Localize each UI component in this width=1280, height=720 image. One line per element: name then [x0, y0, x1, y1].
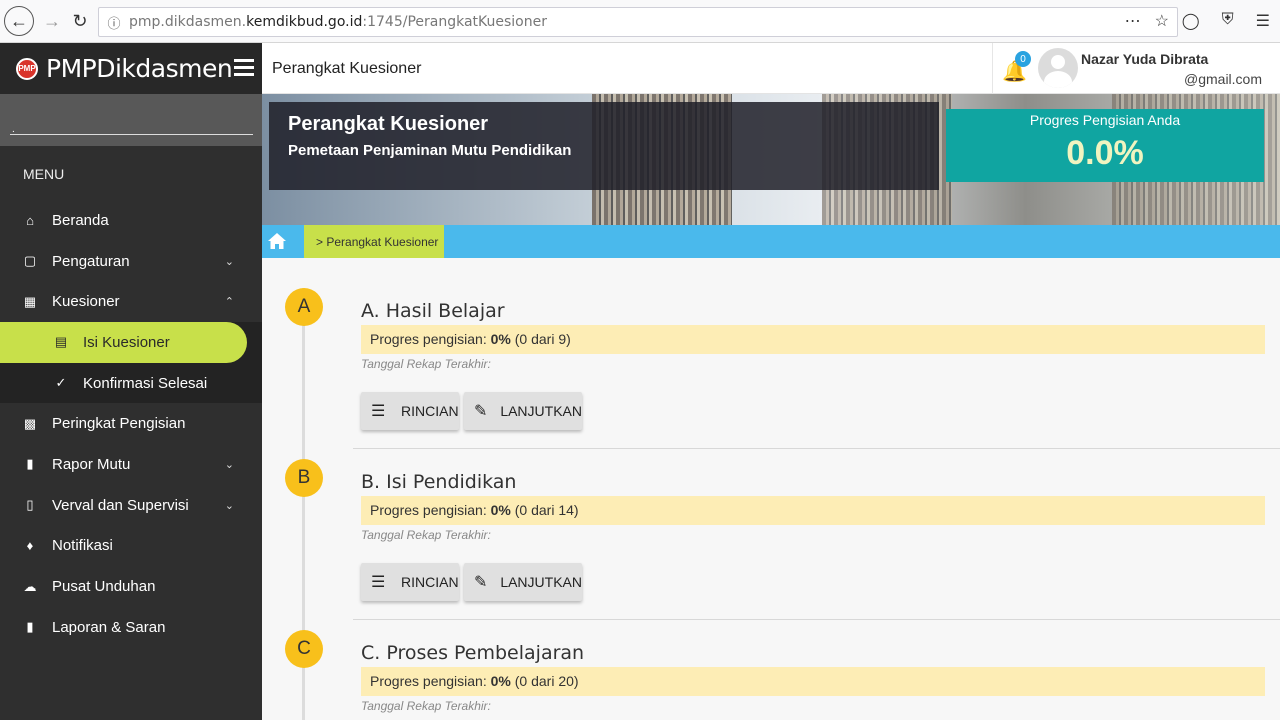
section-title: B. Isi Pendidikan	[361, 471, 517, 493]
forward-button[interactable]: →	[38, 7, 66, 35]
rekap-date-label: Tanggal Rekap Terakhir:	[361, 357, 491, 371]
bell-icon: ♦	[26, 538, 34, 554]
url-text: pmp.dikdasmen.kemdikbud.go.id:1745/Peran…	[129, 14, 547, 30]
section-letter-badge: C	[285, 630, 323, 668]
breadcrumb: > Perangkat Kuesioner	[262, 225, 1280, 258]
pencil-icon: ✎	[474, 574, 488, 591]
sidebar-item-kuesioner[interactable]: ▦ Kuesioner ⌃	[0, 281, 262, 322]
section-title: C. Proses Pembelajaran	[361, 642, 585, 664]
book-icon: ▮	[26, 456, 34, 472]
notification-count-badge: 0	[1015, 51, 1031, 67]
progress-value: 0.0%	[1066, 134, 1144, 172]
sidebar-search[interactable]: .	[0, 94, 262, 146]
questionnaire-icon: ▦	[23, 293, 37, 309]
book-check-icon: ▯	[26, 497, 34, 513]
cloud-download-icon: ☁	[23, 578, 37, 594]
brand[interactable]: PMP PMPDikdasmen	[0, 43, 262, 94]
reload-button[interactable]: ↻	[66, 7, 94, 35]
address-bar[interactable]: ⓘ pmp.dikdasmen.kemdikbud.go.id:1745/Per…	[98, 7, 1178, 37]
sidebar-item-notifikasi[interactable]: ♦ Notifikasi	[0, 526, 262, 567]
avatar[interactable]	[1038, 48, 1078, 88]
rincian-button[interactable]: ☰ RINCIAN	[361, 563, 459, 601]
banner-title-box: Perangkat Kuesioner Pemetaan Penjaminan …	[269, 102, 939, 190]
top-header: Perangkat Kuesioner 🔔 0 Nazar Yuda Dibra…	[262, 43, 1280, 94]
progress-label: Progres Pengisian Anda	[1029, 112, 1181, 128]
browser-toolbar: ← → ↻ ⓘ pmp.dikdasmen.kemdikbud.go.id:17…	[0, 0, 1280, 43]
section-title: A. Hasil Belajar	[361, 300, 505, 322]
list-icon: ☰	[371, 574, 386, 591]
section-letter-badge: B	[285, 459, 323, 497]
bookmark-star-icon[interactable]: ☆	[1155, 11, 1169, 31]
sidebar-item-rapor-mutu[interactable]: ▮ Rapor Mutu ⌄	[0, 444, 262, 485]
page-title: Perangkat Kuesioner	[272, 60, 422, 77]
overall-progress-box: Progres Pengisian Anda 0.0%	[946, 109, 1264, 182]
pmp-logo-icon: PMP	[16, 57, 38, 80]
lanjutkan-button[interactable]: ✎ LANJUTKAN	[464, 392, 582, 430]
chevron-down-icon: ⌄	[224, 255, 234, 268]
menu-icon[interactable]: ☰	[1256, 11, 1270, 31]
breadcrumb-current[interactable]: > Perangkat Kuesioner	[304, 225, 444, 258]
home-icon[interactable]	[267, 232, 287, 250]
brand-name: PMPDikdasmen	[46, 54, 233, 83]
banner-subtitle: Pemetaan Penjaminan Mutu Pendidikan	[288, 142, 572, 159]
lanjutkan-button[interactable]: ✎ LANJUTKAN	[464, 563, 582, 601]
search-input[interactable]	[10, 134, 253, 135]
sidebar-item-pengaturan[interactable]: ▢ Pengaturan ⌄	[0, 241, 262, 282]
form-icon: ▤	[54, 334, 68, 350]
info-icon[interactable]: ⓘ	[99, 13, 129, 32]
sidebar-item-beranda[interactable]: ⌂ Beranda	[0, 200, 262, 241]
sidebar-item-verval-supervisi[interactable]: ▯ Verval dan Supervisi ⌄	[0, 485, 262, 526]
section-letter-badge: A	[285, 288, 323, 326]
report-icon: ▮	[26, 619, 34, 635]
extension-icon[interactable]: ◯	[1182, 11, 1200, 31]
menu-heading: MENU	[23, 166, 65, 182]
monitor-icon: ▢	[23, 253, 37, 269]
list-icon: ☰	[371, 403, 386, 420]
page-banner: Perangkat Kuesioner Pemetaan Penjaminan …	[262, 94, 1280, 225]
sidebar-item-peringkat-pengisian[interactable]: ▩ Peringkat Pengisian	[0, 403, 262, 444]
hamburger-menu-icon[interactable]	[234, 59, 254, 77]
sidebar-item-konfirmasi-selesai[interactable]: ✓ Konfirmasi Selesai	[0, 363, 262, 404]
sidebar-item-laporan-saran[interactable]: ▮ Laporan & Saran	[0, 607, 262, 648]
sidebar-item-isi-kuesioner[interactable]: ▤ Isi Kuesioner	[0, 322, 247, 363]
chevron-down-icon: ⌄	[224, 458, 234, 471]
home-icon: ⌂	[26, 212, 34, 228]
chart-icon: ▩	[23, 415, 37, 431]
user-name[interactable]: Nazar Yuda Dibrata	[1081, 51, 1208, 67]
pencil-icon: ✎	[474, 403, 488, 420]
rekap-date-label: Tanggal Rekap Terakhir:	[361, 699, 491, 713]
user-email: @gmail.com	[1184, 71, 1263, 87]
check-circle-icon: ✓	[55, 375, 67, 391]
chevron-up-icon: ⌃	[224, 296, 234, 309]
section-progress: Progres pengisian: 0% (0 dari 9)	[361, 325, 1265, 354]
shield-icon[interactable]: ⛨	[1222, 11, 1234, 31]
sidebar: PMP PMPDikdasmen . MENU ⌂ Beranda ▢ Peng…	[0, 43, 262, 720]
banner-title: Perangkat Kuesioner	[288, 113, 489, 135]
section-progress: Progres pengisian: 0% (0 dari 20)	[361, 667, 1265, 696]
main-content: A A. Hasil Belajar Progres pengisian: 0%…	[262, 258, 1280, 720]
back-button[interactable]: ←	[4, 6, 34, 36]
sidebar-item-pusat-unduhan[interactable]: ☁ Pusat Unduhan	[0, 566, 262, 607]
rekap-date-label: Tanggal Rekap Terakhir:	[361, 528, 491, 542]
section-progress: Progres pengisian: 0% (0 dari 14)	[361, 496, 1265, 525]
chevron-down-icon: ⌄	[224, 499, 234, 512]
kuesioner-submenu: ▤ Isi Kuesioner ✓ Konfirmasi Selesai	[0, 322, 262, 404]
rincian-button[interactable]: ☰ RINCIAN	[361, 392, 459, 430]
page-actions-icon[interactable]: ⋯	[1125, 11, 1141, 31]
